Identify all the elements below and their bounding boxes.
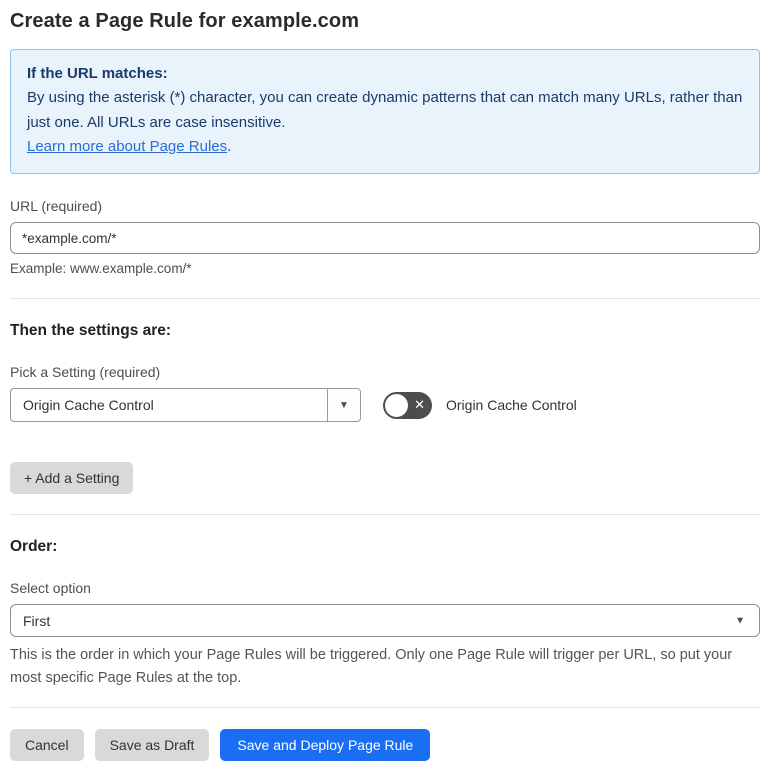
info-box-heading: If the URL matches: [27, 65, 168, 82]
order-section-heading: Order: [10, 538, 58, 556]
url-match-info-box: If the URL matches: By using the asteris… [10, 49, 760, 175]
divider [10, 298, 760, 300]
order-helper-text: This is the order in which your Page Rul… [10, 647, 733, 686]
setting-select-value: Origin Cache Control [23, 397, 154, 414]
save-as-draft-button[interactable]: Save as Draft [94, 729, 210, 762]
order-select[interactable]: First ▼ [10, 604, 760, 638]
chevron-down-icon: ▼ [735, 615, 745, 627]
toggle-knob [385, 393, 408, 417]
settings-section-heading: Then the settings are: [10, 322, 172, 340]
origin-cache-control-toggle[interactable]: ✕ [383, 391, 432, 419]
url-example-helper: Example: www.example.com/* [10, 261, 192, 277]
url-field-label: URL (required) [10, 198, 103, 215]
toggle-label: Origin Cache Control [446, 397, 577, 414]
link-suffix: . [227, 137, 232, 155]
pick-setting-label: Pick a Setting (required) [10, 364, 161, 381]
divider [10, 514, 760, 516]
toggle-off-x-icon: ✕ [414, 397, 425, 413]
info-box-body: By using the asterisk (*) character, you… [27, 89, 743, 131]
footer-actions: Cancel Save as Draft Save and Deploy Pag… [10, 729, 760, 762]
setting-select[interactable]: Origin Cache Control ▼ [10, 388, 361, 423]
page-title: Create a Page Rule for example.com [10, 10, 360, 32]
save-and-deploy-button[interactable]: Save and Deploy Page Rule [220, 729, 431, 762]
setting-row: Origin Cache Control ▼ ✕ Origin Cache Co… [10, 388, 760, 423]
chevron-down-icon[interactable]: ▼ [327, 389, 360, 422]
info-box-link-line: Learn more about Page Rules. [27, 135, 743, 159]
order-select-label: Select option [10, 580, 91, 597]
order-select-value: First [23, 612, 51, 629]
url-input[interactable] [10, 222, 760, 255]
cancel-button[interactable]: Cancel [10, 729, 84, 762]
add-setting-button[interactable]: + Add a Setting [10, 462, 134, 495]
learn-more-link[interactable]: Learn more about Page Rules [27, 138, 227, 155]
divider [10, 707, 760, 709]
